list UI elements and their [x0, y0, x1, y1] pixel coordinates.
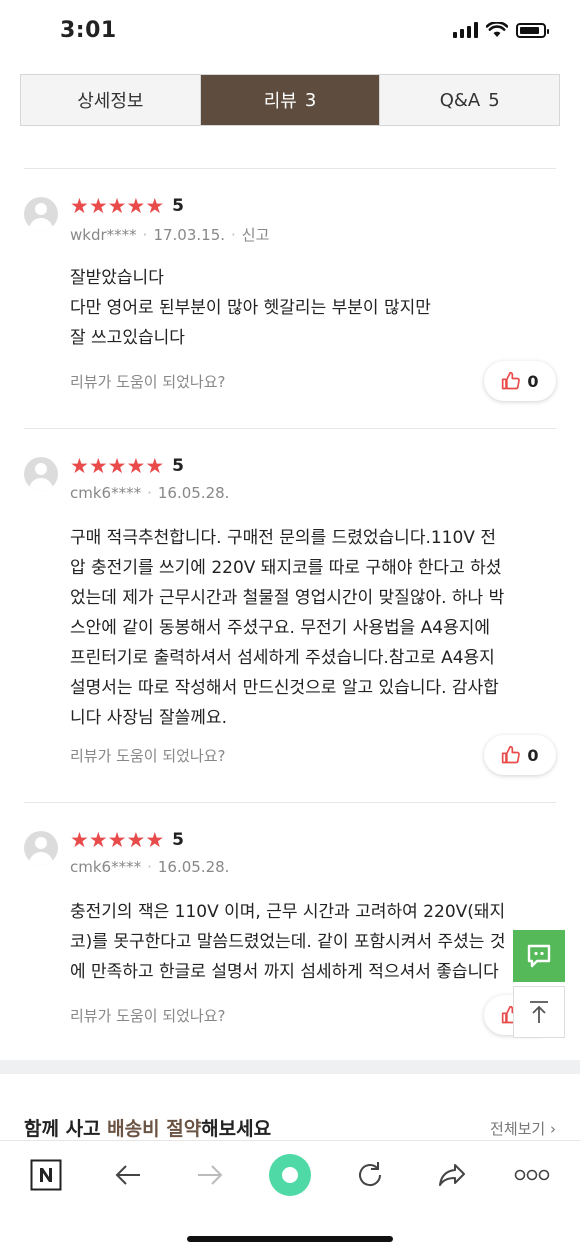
review-body: 구매 적극추천합니다. 구매전 문의를 드렸었습니다.110V 전 압 충전기를… — [70, 528, 505, 728]
forward-button[interactable] — [190, 1155, 230, 1195]
scrolled-review-header: ▔▔ ▔▔ ▔▔▔ ▔▔▔▔▔ — [24, 128, 556, 142]
helpful-question: 리뷰가 도움이 되었나요? — [70, 1007, 226, 1025]
avatar — [24, 831, 58, 865]
star-icon: ★ — [126, 828, 146, 852]
review-user: wkdr**** — [70, 226, 137, 244]
review-body: 충전기의 잭은 110V 이며, 근무 시간과 고려하여 220V(돼지 코)를… — [70, 902, 506, 982]
star-icon: ★ — [145, 194, 165, 218]
thumbs-up-icon — [502, 371, 521, 390]
review-item: ★ ★ ★ ★ ★ 5 cmk6**** · 16.05.28. 구매 적극추천합니다. 구… — [24, 428, 556, 802]
star-icon: ★ — [107, 828, 127, 852]
star-icon: ★ — [70, 194, 89, 218]
back-arrow-icon — [115, 1165, 140, 1185]
more-icon — [514, 1169, 550, 1181]
star-icon: ★ — [126, 454, 146, 478]
tab-qna[interactable]: Q&A 5 — [379, 75, 560, 125]
back-button[interactable] — [108, 1155, 148, 1195]
bundle-section-title: 함께 사고 배송비 절약해보세요 — [24, 1118, 272, 1140]
tab-reviews[interactable]: 리뷰 3 — [199, 75, 380, 125]
naver-home-button[interactable] — [26, 1155, 66, 1195]
share-button[interactable] — [432, 1155, 472, 1195]
star-rating: ★ ★ ★ ★ ★ 5 — [70, 829, 184, 851]
review-list: ★ ★ ★ ★ ★ 5 wkdr**** · 17.03.15. · 신고 잘받았습니다 다만 … — [24, 168, 556, 1060]
like-count: 0 — [527, 745, 539, 765]
chat-button[interactable] — [513, 930, 565, 982]
review-date: 16.05.28. — [157, 484, 230, 502]
cellular-signal-icon — [453, 22, 478, 38]
review-user: cmk6**** — [70, 484, 142, 502]
like-count: 0 — [527, 371, 539, 391]
review-score: 5 — [172, 196, 184, 216]
forward-arrow-icon — [198, 1165, 223, 1185]
tab-details[interactable]: 상세정보 — [21, 75, 200, 125]
review-score: 5 — [172, 456, 184, 476]
review-date: 16.05.28. — [157, 858, 230, 876]
like-button[interactable]: 0 — [484, 735, 556, 775]
review-score: 5 — [172, 830, 184, 850]
star-rating: ★ ★ ★ ★ ★ 5 — [70, 455, 184, 477]
product-tabs: 상세정보 리뷰 3 Q&A 5 — [20, 74, 560, 126]
naver-logo-icon — [30, 1159, 62, 1191]
more-button[interactable] — [512, 1155, 552, 1195]
arrow-up-icon — [530, 1001, 548, 1023]
browser-toolbar — [0, 1140, 580, 1210]
review-meta: cmk6**** · 16.05.28. — [70, 484, 230, 502]
star-rating: ★ ★ ★ ★ ★ 5 — [70, 195, 184, 217]
helpful-question: 리뷰가 도움이 되었나요? — [70, 747, 226, 765]
review-item: ★ ★ ★ ★ ★ 5 wkdr**** · 17.03.15. · 신고 잘받았습니다 다만 … — [24, 168, 556, 428]
review-body: 잘받았습니다 다만 영어로 된부분이 많아 헷갈리는 부분이 많지만 잘 쓰고있… — [70, 268, 431, 348]
qna-count: 5 — [488, 89, 500, 111]
star-icon: ★ — [107, 454, 127, 478]
avatar — [24, 457, 58, 491]
refresh-button[interactable] — [350, 1155, 390, 1195]
review-meta: wkdr**** · 17.03.15. · 신고 — [70, 226, 270, 244]
home-circle-icon — [269, 1154, 311, 1196]
home-button[interactable] — [268, 1153, 312, 1197]
scroll-top-button[interactable] — [513, 986, 565, 1038]
chevron-right-icon: › — [550, 1120, 556, 1138]
like-button[interactable]: 0 — [484, 361, 556, 401]
thumbs-up-icon — [502, 745, 521, 764]
star-icon: ★ — [70, 454, 89, 478]
report-link[interactable]: 신고 — [242, 226, 270, 244]
refresh-icon — [359, 1162, 382, 1187]
star-icon: ★ — [126, 194, 146, 218]
battery-icon — [516, 22, 549, 38]
see-all-link[interactable]: 전체보기 › — [490, 1118, 556, 1139]
star-icon: ★ — [88, 194, 108, 218]
review-meta: cmk6**** · 16.05.28. — [70, 858, 230, 876]
review-item: ★ ★ ★ ★ ★ 5 cmk6**** · 16.05.28. 충전기의 잭은 110V … — [24, 802, 556, 1060]
status-bar: 3:01 — [0, 0, 580, 70]
review-count: 3 — [304, 89, 317, 111]
status-time: 3:01 — [60, 18, 117, 43]
review-user: cmk6**** — [70, 858, 142, 876]
avatar — [24, 197, 58, 231]
wifi-icon — [486, 22, 508, 37]
star-icon: ★ — [107, 194, 127, 218]
review-date: 17.03.15. — [153, 226, 226, 244]
star-icon: ★ — [88, 828, 108, 852]
chat-icon — [527, 944, 551, 968]
share-icon — [439, 1164, 465, 1186]
star-icon: ★ — [145, 828, 165, 852]
home-indicator — [187, 1236, 393, 1242]
star-icon: ★ — [145, 454, 165, 478]
helpful-question: 리뷰가 도움이 되었나요? — [70, 373, 226, 391]
section-divider — [0, 1060, 580, 1074]
star-icon: ★ — [70, 828, 89, 852]
status-icons — [453, 22, 549, 38]
star-icon: ★ — [88, 454, 108, 478]
